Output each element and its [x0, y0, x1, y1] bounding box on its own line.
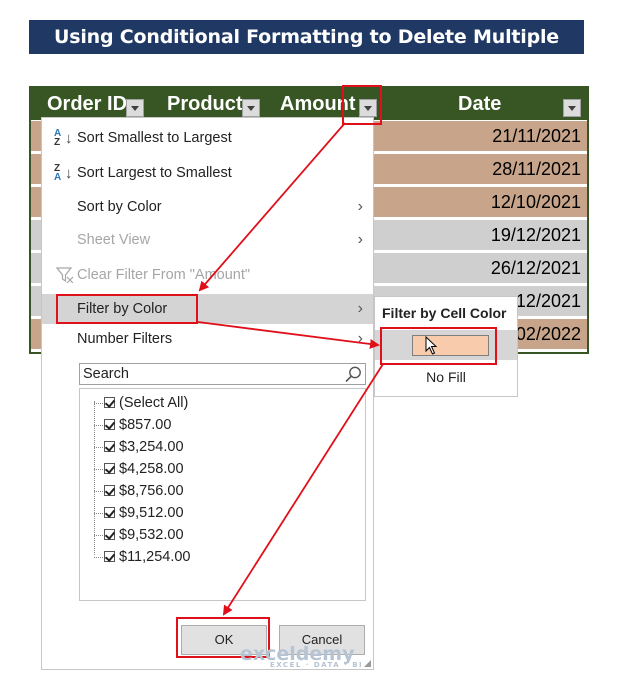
exceldemy-watermark-logo: exceldemy EXCEL · DATA · BI — [240, 643, 364, 669]
annotation-arrows — [197, 122, 384, 616]
arrow-to-swatch — [197, 321, 380, 349]
arrow-to-ok — [222, 363, 384, 616]
arrow-to-filter-by-color — [198, 122, 346, 292]
